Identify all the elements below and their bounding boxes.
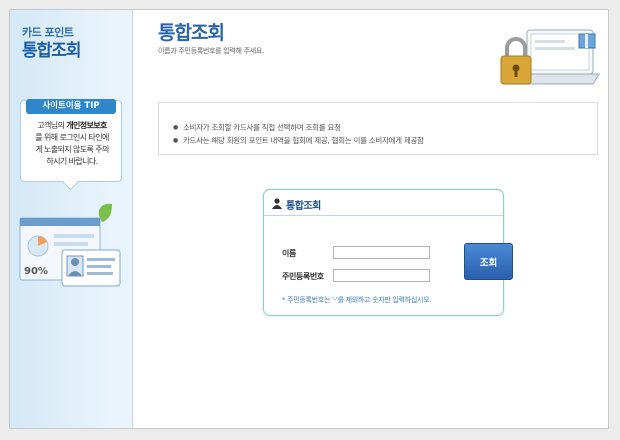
- person-icon: [272, 198, 282, 209]
- ssn-input[interactable]: [333, 269, 430, 282]
- ssn-input-note: * 주민등록번호는 '-'를 제외하고 숫자만 입력하십시오.: [282, 296, 432, 304]
- sidebar: 카드 포인트 통합조회 사이트이용 TIP 고객님의 개인정보보호 를 위해 로…: [10, 10, 133, 428]
- notice-list: 소비자가 조회할 카드사를 직접 선택하여 조회를 요청 카드사는 해당 회원의…: [173, 122, 424, 148]
- ssn-label: 주민등록번호: [282, 272, 324, 281]
- form-header: 통합조회: [264, 190, 503, 216]
- notice-item: 소비자가 조회할 카드사를 직접 선택하여 조회를 요청: [173, 122, 424, 135]
- page-subtitle: 이름과 주민등록번호를 입력해 주세요.: [158, 47, 264, 55]
- tip-line1-bold: 개인정보보호: [66, 121, 107, 130]
- lookup-form-card: 통합조회 이름 주민등록번호 조회 * 주민등록번호는 '-'를 제외하고 숫자…: [263, 189, 513, 316]
- page-title: 통합조회: [158, 22, 225, 44]
- tip-line2: 를 위해 로그인시 타인에: [35, 133, 109, 142]
- search-button[interactable]: 조회: [464, 243, 513, 280]
- name-label: 이름: [282, 249, 296, 258]
- brand-title: 통합조회: [22, 41, 82, 61]
- notice-item: 카드사는 해당 회원의 포인트 내역을 협회에 제공, 협회는 이를 소비자에게…: [173, 135, 424, 148]
- page-window: 카드 포인트 통합조회 사이트이용 TIP 고객님의 개인정보보호 를 위해 로…: [9, 9, 609, 429]
- form-title: 통합조회: [286, 201, 321, 212]
- site-tip-title: 사이트이용 TIP: [26, 99, 116, 114]
- tip-line3: 게 노출되지 않도록 주의: [35, 145, 109, 154]
- lock-laptop-icon: [500, 29, 600, 85]
- notice-box: 소비자가 조회할 카드사를 직접 선택하여 조회를 요청 카드사는 해당 회원의…: [158, 102, 598, 155]
- tip-line4: 하시기 바랍니다.: [46, 157, 98, 166]
- sidebar-illustration-icon: 90%: [19, 203, 121, 287]
- illustration-percent: 90%: [24, 266, 48, 277]
- site-tip-text: 고객님의 개인정보보호 를 위해 로그인시 타인에 게 노출되지 않도록 주의 …: [25, 120, 119, 168]
- site-tip-box: 사이트이용 TIP 고객님의 개인정보보호 를 위해 로그인시 타인에 게 노출…: [20, 99, 122, 182]
- name-input[interactable]: [333, 246, 430, 259]
- tip-line1-pre: 고객님의: [37, 121, 67, 130]
